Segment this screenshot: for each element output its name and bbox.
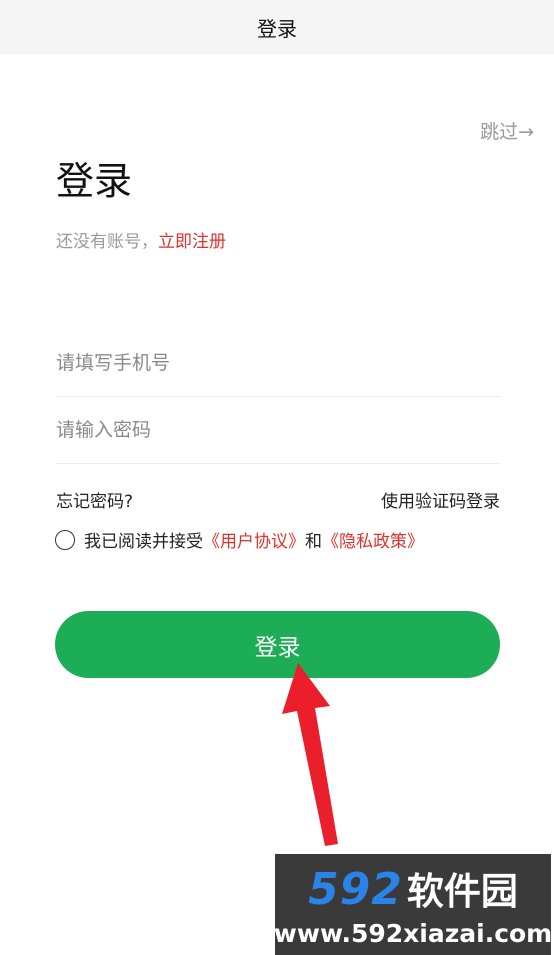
login-button[interactable]: 登录 xyxy=(55,611,500,678)
agreement-and: 和 xyxy=(305,532,322,552)
code-login-link[interactable]: 使用验证码登录 xyxy=(381,487,500,512)
password-field[interactable] xyxy=(56,397,500,464)
agreement-row: 我已阅读并接受 《用户协议》 和 《隐私政策》 xyxy=(55,527,424,552)
arrow-shape xyxy=(282,663,338,846)
skip-link[interactable]: 跳过→ xyxy=(480,117,534,144)
phone-field[interactable] xyxy=(56,330,500,397)
nav-title: 登录 xyxy=(257,16,297,41)
watermark-url: www.592xiazai.com xyxy=(273,919,553,948)
user-agreement-link[interactable]: 《用户协议》 xyxy=(203,527,305,552)
forgot-password-link[interactable]: 忘记密码? xyxy=(56,487,133,512)
watermark-brand: 软件园 xyxy=(406,870,518,913)
agreement-prefix: 我已阅读并接受 xyxy=(84,532,203,552)
watermark-logo: 592 软件园 www.592xiazai.com xyxy=(273,854,553,955)
watermark-number: 592 xyxy=(308,864,403,915)
phone-input[interactable] xyxy=(56,352,500,374)
top-nav-bar: 登录 xyxy=(0,0,554,54)
password-input[interactable] xyxy=(56,419,500,441)
red-arrow-annotation xyxy=(282,663,338,846)
privacy-policy-link[interactable]: 《隐私政策》 xyxy=(322,527,424,552)
register-prompt-text: 还没有账号， xyxy=(56,232,158,252)
page-title: 登录 xyxy=(56,159,133,203)
watermark-brand-row: 592 软件园 xyxy=(308,861,518,915)
register-link[interactable]: 立即注册 xyxy=(158,232,226,252)
register-prompt: 还没有账号，立即注册 xyxy=(56,227,226,252)
agreement-radio[interactable] xyxy=(55,529,75,550)
